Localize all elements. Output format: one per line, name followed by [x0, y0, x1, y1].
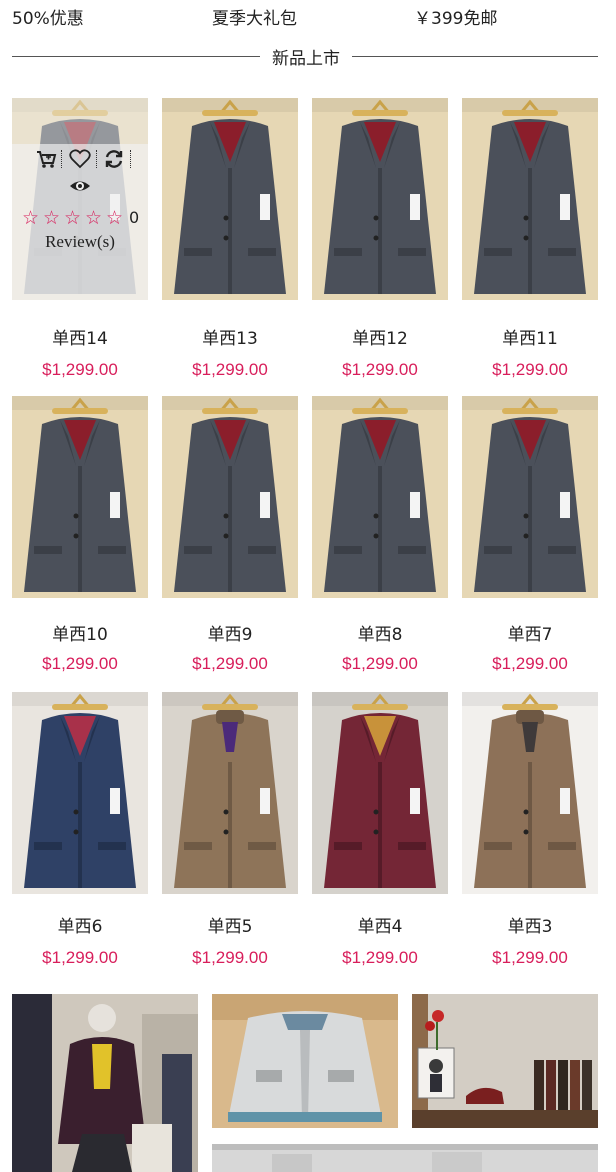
- quick-view-eye-icon[interactable]: [68, 176, 92, 196]
- product-image[interactable]: [312, 98, 448, 300]
- banner-mannequin[interactable]: [12, 994, 198, 1172]
- product-name[interactable]: 单西6: [12, 912, 148, 937]
- product-image[interactable]: [312, 396, 448, 598]
- product-image[interactable]: [462, 98, 598, 300]
- product-image[interactable]: [162, 396, 298, 598]
- product-card[interactable]: 单西3 $1,299.00: [462, 692, 598, 972]
- banner-jacket[interactable]: [212, 994, 398, 1128]
- divider-left: [12, 56, 260, 57]
- star-icon: ☆: [84, 207, 103, 229]
- product-card[interactable]: 单西13 $1,299.00: [162, 98, 298, 384]
- product-name[interactable]: 单西12: [312, 324, 448, 349]
- product-price: $1,299.00: [342, 654, 418, 673]
- review-count: 0: [129, 208, 140, 227]
- product-image[interactable]: [462, 396, 598, 598]
- promo-bar: 50%优惠 夏季大礼包 ￥399免邮: [0, 0, 616, 32]
- star-icon: ☆: [63, 207, 82, 229]
- quick-actions: [12, 144, 148, 174]
- product-image[interactable]: [162, 98, 298, 300]
- promo-summer-pack[interactable]: 夏季大礼包: [212, 4, 297, 29]
- product-card[interactable]: ☆ ☆ ☆ ☆ ☆ 0 Review(s) 单西14 $1,299.00: [12, 98, 148, 384]
- promo-discount[interactable]: 50%优惠: [12, 4, 84, 29]
- wishlist-heart-icon[interactable]: [68, 148, 92, 170]
- product-name[interactable]: 单西11: [462, 324, 598, 349]
- product-image[interactable]: [162, 692, 298, 894]
- product-card[interactable]: 单西6 $1,299.00: [12, 692, 148, 972]
- product-image[interactable]: [312, 692, 448, 894]
- star-icon: ☆: [105, 207, 124, 229]
- review-label[interactable]: Review(s): [12, 232, 148, 252]
- star-icon: ☆: [21, 207, 40, 229]
- product-price: $1,299.00: [42, 360, 118, 379]
- product-price: $1,299.00: [192, 654, 268, 673]
- action-divider: [130, 150, 131, 168]
- section-header: 新品上市: [12, 42, 598, 70]
- product-card[interactable]: 单西4 $1,299.00: [312, 692, 448, 972]
- product-name[interactable]: 单西3: [462, 912, 598, 937]
- product-price: $1,299.00: [42, 654, 118, 673]
- product-name[interactable]: 单西9: [162, 620, 298, 645]
- product-price: $1,299.00: [42, 948, 118, 967]
- product-card[interactable]: 单西9 $1,299.00: [162, 396, 298, 678]
- product-name[interactable]: 单西14: [12, 324, 148, 349]
- product-price: $1,299.00: [192, 360, 268, 379]
- product-price: $1,299.00: [492, 360, 568, 379]
- product-card[interactable]: 单西10 $1,299.00: [12, 396, 148, 678]
- overlay-shade: [12, 98, 148, 144]
- rating-stars: ☆ ☆ ☆ ☆ ☆: [20, 208, 125, 228]
- product-name[interactable]: 单西8: [312, 620, 448, 645]
- banner-bottom[interactable]: [212, 1144, 598, 1172]
- promo-free-shipping[interactable]: ￥399免邮: [414, 4, 497, 29]
- product-card[interactable]: 单西7 $1,299.00: [462, 396, 598, 678]
- add-to-cart-icon[interactable]: [34, 148, 58, 170]
- product-card[interactable]: 单西11 $1,299.00: [462, 98, 598, 384]
- product-image[interactable]: [12, 396, 148, 598]
- product-price: $1,299.00: [342, 948, 418, 967]
- product-name[interactable]: 单西5: [162, 912, 298, 937]
- divider-right: [352, 56, 598, 57]
- product-name[interactable]: 单西7: [462, 620, 598, 645]
- product-price: $1,299.00: [492, 948, 568, 967]
- product-name[interactable]: 单西13: [162, 324, 298, 349]
- action-divider: [96, 150, 97, 168]
- product-price: $1,299.00: [192, 948, 268, 967]
- section-title: 新品上市: [272, 49, 340, 69]
- compare-refresh-icon[interactable]: [102, 148, 126, 170]
- product-name[interactable]: 单西4: [312, 912, 448, 937]
- product-image[interactable]: [12, 692, 148, 894]
- product-price: $1,299.00: [492, 654, 568, 673]
- action-divider: [61, 150, 62, 168]
- product-card[interactable]: 单西12 $1,299.00: [312, 98, 448, 384]
- product-image[interactable]: [462, 692, 598, 894]
- product-card[interactable]: 单西5 $1,299.00: [162, 692, 298, 972]
- product-card[interactable]: 单西8 $1,299.00: [312, 396, 448, 678]
- banner-shelf[interactable]: [412, 994, 598, 1128]
- product-price: $1,299.00: [342, 360, 418, 379]
- star-icon: ☆: [42, 207, 61, 229]
- product-name[interactable]: 单西10: [12, 620, 148, 645]
